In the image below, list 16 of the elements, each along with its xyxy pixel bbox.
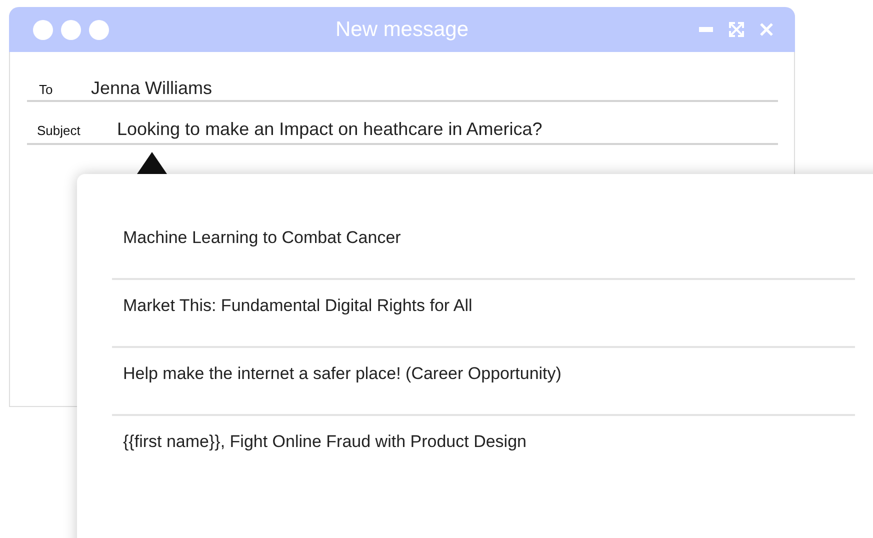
- field-value[interactable]: Jenna Williams: [91, 78, 212, 99]
- pointer-icon: [137, 152, 167, 174]
- window-dot-button[interactable]: [33, 20, 53, 40]
- field-label: To: [39, 82, 54, 97]
- window-dot-button[interactable]: [61, 20, 81, 40]
- expand-icon[interactable]: [729, 22, 744, 37]
- window-dot-button[interactable]: [89, 20, 109, 40]
- suggestion-item[interactable]: {{first name}}, Fight Online Fraud with Product Design: [123, 432, 526, 452]
- suggestion-item[interactable]: Market This: Fundamental Digital Rights for All: [123, 296, 472, 316]
- field-label: Subject: [37, 123, 82, 138]
- minimize-icon[interactable]: [699, 27, 713, 32]
- suggestion-item[interactable]: Help make the internet a safer place! (Career Opportunity): [123, 364, 562, 384]
- suggestion-item[interactable]: Machine Learning to Combat Cancer: [123, 228, 401, 248]
- close-icon[interactable]: [760, 23, 773, 36]
- window-title: New message: [335, 18, 469, 40]
- field-value[interactable]: Looking to make an Impact on heathcare in America?: [117, 119, 542, 140]
